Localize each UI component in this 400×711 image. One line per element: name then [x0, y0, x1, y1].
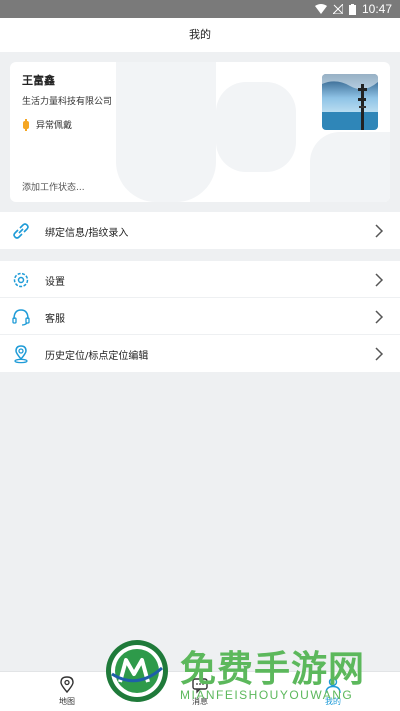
no-signal-icon: [332, 4, 343, 14]
chevron-right-icon: [375, 224, 384, 238]
card-decoration: [216, 82, 296, 172]
company-name: 生活力量科技有限公司: [22, 97, 113, 107]
card-decoration: [310, 132, 390, 202]
watermark-subtitle: MIANFEISHOUYOUWANG: [180, 688, 354, 702]
link-icon: [13, 223, 29, 239]
watermark-logo: [106, 640, 168, 702]
page-title: 我的: [0, 18, 400, 52]
menu-item-label: 设置: [45, 277, 65, 288]
tab-map[interactable]: 地图: [27, 676, 107, 711]
avatar[interactable]: [322, 74, 378, 130]
card-decoration: [116, 62, 216, 202]
site-watermark: 免费手游网 MIANFEISHOUYOUWANG: [104, 638, 394, 708]
menu-item-label: 客服: [45, 314, 65, 325]
menu-item-label: 历史定位/标点定位编辑: [45, 351, 149, 362]
status-icons: 10:47: [314, 2, 392, 16]
menu-item-binding-info[interactable]: 绑定信息/指纹录入: [0, 212, 400, 249]
tab-label: 地图: [59, 697, 75, 706]
chevron-right-icon: [375, 273, 384, 287]
map-pin-icon: [60, 676, 74, 694]
clock: 10:47: [361, 2, 392, 16]
wearing-status-label: 异常佩戴: [36, 121, 73, 131]
menu-item-label: 绑定信息/指纹录入: [45, 228, 129, 239]
wearing-status: 异常佩戴: [22, 118, 72, 131]
status-bar: 10:47: [0, 0, 400, 18]
menu-item-location-history[interactable]: 历史定位/标点定位编辑: [0, 335, 400, 372]
menu-group-binding: 绑定信息/指纹录入: [0, 212, 400, 249]
menu-item-settings[interactable]: 设置: [0, 261, 400, 298]
wifi-icon: [314, 4, 327, 14]
device-icon: [23, 118, 29, 131]
profile-card[interactable]: 王富鑫 生活力量科技有限公司 异常佩戴 添加工作状态...: [10, 62, 390, 202]
menu-item-customer-service[interactable]: 客服: [0, 298, 400, 335]
add-work-status-link[interactable]: 添加工作状态...: [22, 180, 85, 193]
user-name: 王富鑫: [22, 74, 55, 87]
gear-icon: [13, 272, 29, 288]
avatar-image: [322, 74, 378, 130]
chevron-right-icon: [375, 310, 384, 324]
headset-icon: [12, 309, 30, 326]
location-pin-icon: [14, 345, 28, 364]
menu-group-settings: 设置 客服 历史定位/标点定位编辑: [0, 261, 400, 372]
battery-icon: [348, 3, 356, 15]
watermark-title: 免费手游网: [180, 649, 366, 690]
chevron-right-icon: [375, 347, 384, 361]
